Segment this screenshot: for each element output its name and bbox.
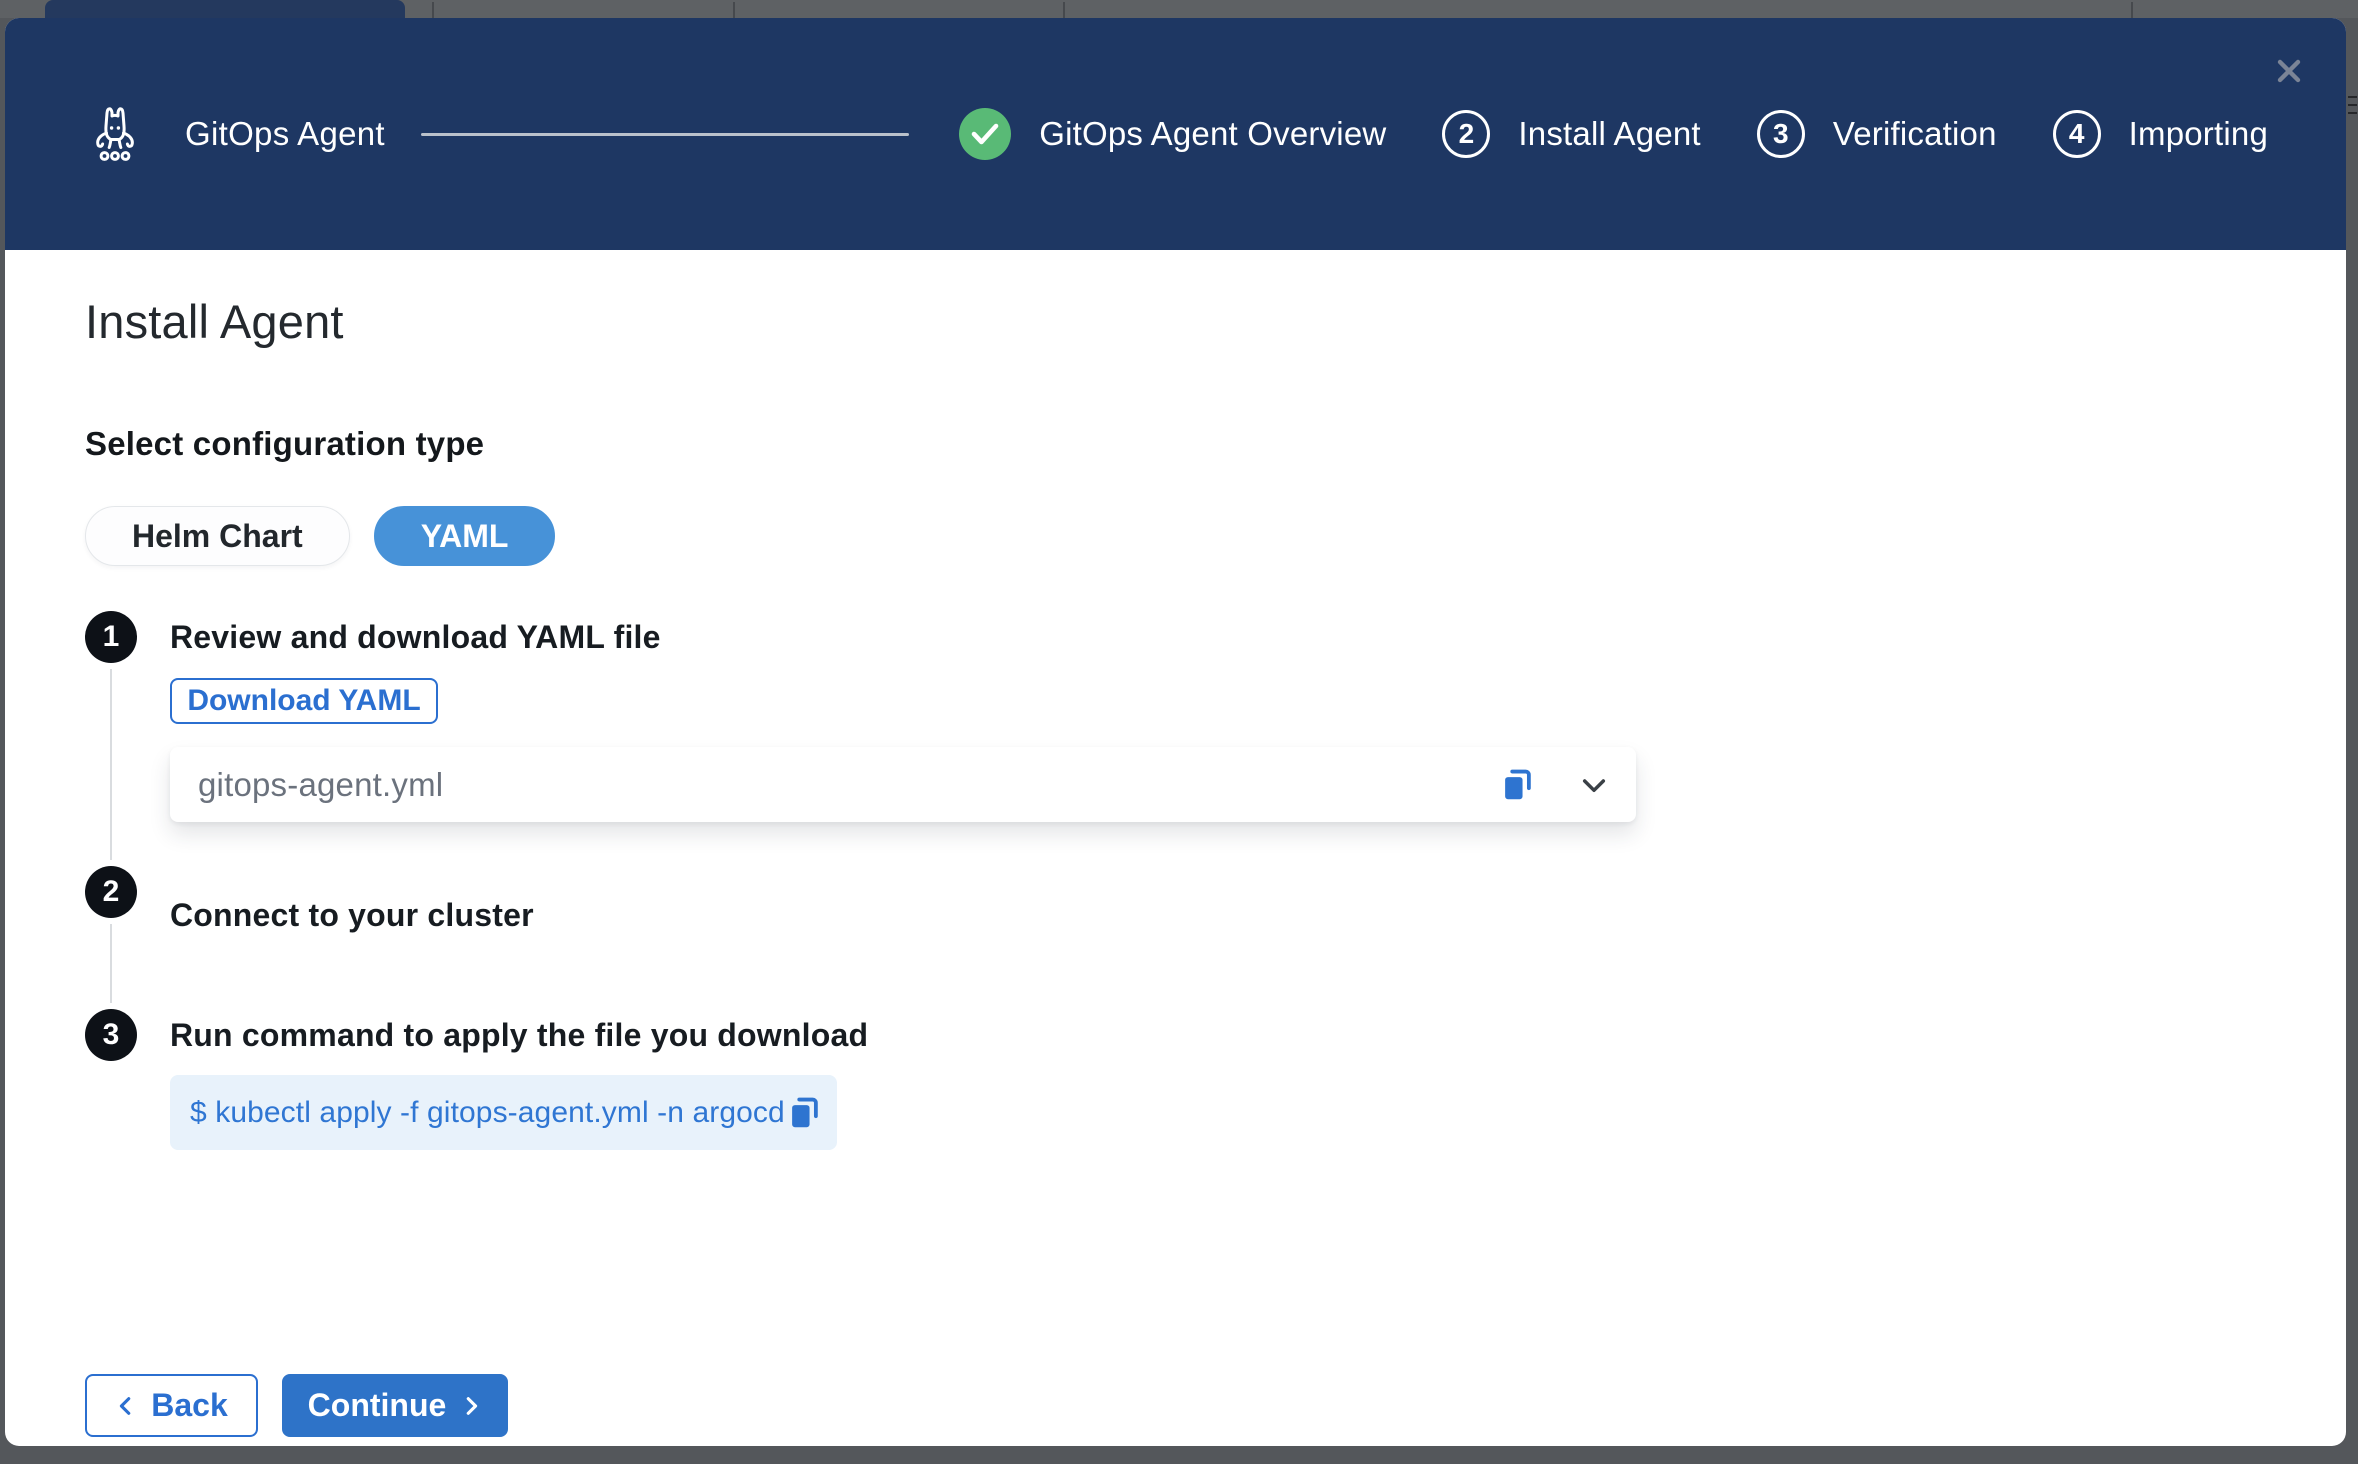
wizard-body: Install Agent Select configuration type … [5,250,2346,1446]
step-number-circle: 1 [85,611,137,663]
step-1-title: Review and download YAML file [170,611,2266,663]
config-type-options: Helm Chart YAML [85,506,2266,566]
step-2-title: Connect to your cluster [170,889,2266,941]
chevron-down-icon[interactable] [1578,769,1610,801]
background-tab-separator [733,2,735,18]
chevron-left-icon [115,1395,137,1417]
step-number-badge: 4 [2053,110,2101,158]
background-tab [45,0,405,18]
step-complete-check-icon [959,108,1011,160]
step-3-title: Run command to apply the file you downlo… [170,1009,2266,1061]
continue-button[interactable]: Continue [282,1374,508,1437]
step-number-badge: 2 [1442,110,1490,158]
background-tab-separator [1063,2,1065,18]
close-icon[interactable] [2274,56,2304,86]
background-tab-separator [2131,2,2133,18]
config-option-helm-chart[interactable]: Helm Chart [85,506,350,566]
stepper-label: GitOps Agent Overview [1039,115,1386,153]
stepper-label: Verification [1833,115,1997,153]
page-title: Install Agent [85,294,2266,349]
yaml-file-name: gitops-agent.yml [198,766,1498,804]
step-number-circle: 3 [85,1009,137,1061]
stepper-label: Install Agent [1518,115,1700,153]
stepper-item-verification[interactable]: 3 Verification [1757,110,1997,158]
yaml-file-accordion[interactable]: gitops-agent.yml [170,747,1636,822]
copy-icon[interactable] [785,1094,823,1132]
kubectl-command-text: $ kubectl apply -f gitops-agent.yml -n a… [190,1096,785,1130]
back-button-label: Back [151,1387,228,1424]
back-button[interactable]: Back [85,1374,258,1437]
gitops-agent-wizard-modal: GitOps Agent GitOps Agent Overview 2 Ins… [5,18,2346,1446]
config-type-label: Select configuration type [85,425,2266,463]
download-yaml-button[interactable]: Download YAML [170,678,438,724]
config-option-yaml[interactable]: YAML [374,506,556,566]
install-step-2: 2 Connect to your cluster [85,866,2266,1009]
install-steps: 1 Review and download YAML file Download… [85,611,2266,1150]
stepper-label: Importing [2129,115,2268,153]
wizard-stepper: GitOps Agent Overview 2 Install Agent 3 … [959,108,2268,160]
wizard-title: GitOps Agent [185,115,385,153]
stepper-item-install-agent[interactable]: 2 Install Agent [1442,110,1700,158]
background-tab-separator [432,2,434,18]
chevron-right-icon [460,1395,482,1417]
stepper-item-importing[interactable]: 4 Importing [2053,110,2268,158]
copy-icon[interactable] [1498,766,1536,804]
background-browser-strip [0,0,2358,18]
header-divider-line [421,133,909,136]
step-number-circle: 2 [85,866,137,918]
step-number-badge: 3 [1757,110,1805,158]
wizard-footer: Back Continue [85,1374,2266,1446]
background-page-edge [2346,18,2358,1464]
argo-octopus-logo-icon [83,103,147,165]
stepper-item-overview[interactable]: GitOps Agent Overview [959,108,1386,160]
install-step-3: 3 Run command to apply the file you down… [85,1009,2266,1150]
kubectl-command-box: $ kubectl apply -f gitops-agent.yml -n a… [170,1075,837,1150]
wizard-header: GitOps Agent GitOps Agent Overview 2 Ins… [5,18,2346,250]
install-step-1: 1 Review and download YAML file Download… [85,611,2266,866]
continue-button-label: Continue [308,1387,447,1424]
